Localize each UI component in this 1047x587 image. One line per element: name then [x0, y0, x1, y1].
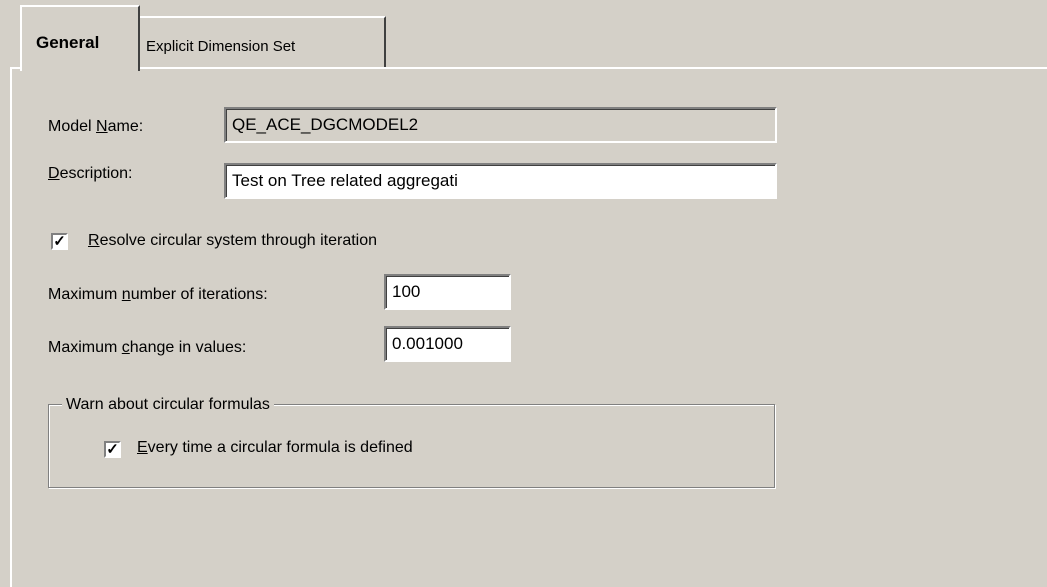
tab-panel-general [10, 67, 1047, 587]
tab-general[interactable]: General [20, 5, 140, 71]
tab-explicit-dimension-set[interactable]: Explicit Dimension Set [138, 16, 386, 68]
tab-general-label: General [36, 33, 100, 52]
tab-explicit-dimension-set-label: Explicit Dimension Set [146, 38, 296, 55]
